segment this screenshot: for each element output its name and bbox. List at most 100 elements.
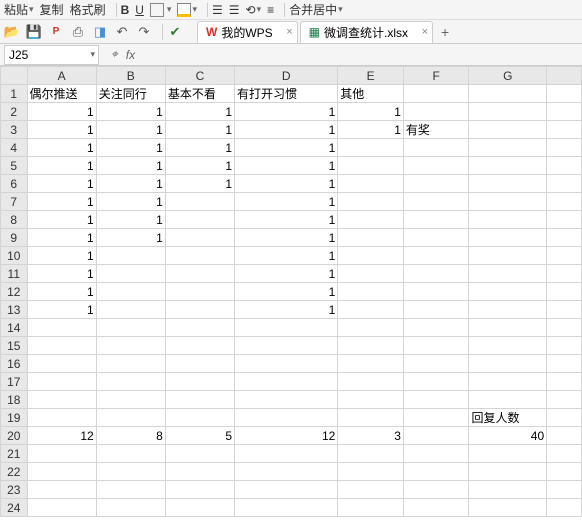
cell-G14[interactable]	[469, 319, 547, 337]
cell-D20[interactable]: 12	[235, 427, 338, 445]
cell-C19[interactable]	[165, 409, 234, 427]
column-header-C[interactable]: C	[165, 67, 234, 85]
cell-G5[interactable]	[469, 157, 547, 175]
cell-C22[interactable]	[165, 463, 234, 481]
cell-E20[interactable]: 3	[338, 427, 404, 445]
cell-F14[interactable]	[403, 319, 469, 337]
cell-next-15[interactable]	[547, 337, 582, 355]
cell-next-14[interactable]	[547, 319, 582, 337]
cell-G17[interactable]	[469, 373, 547, 391]
cell-B21[interactable]	[96, 445, 165, 463]
cell-C8[interactable]	[165, 211, 234, 229]
cell-G23[interactable]	[469, 481, 547, 499]
cell-A7[interactable]: 1	[27, 193, 96, 211]
cell-B15[interactable]	[96, 337, 165, 355]
cell-F4[interactable]	[403, 139, 469, 157]
cell-G16[interactable]	[469, 355, 547, 373]
cell-C16[interactable]	[165, 355, 234, 373]
cell-F10[interactable]	[403, 247, 469, 265]
cell-F19[interactable]	[403, 409, 469, 427]
cell-G7[interactable]	[469, 193, 547, 211]
cell-C4[interactable]: 1	[165, 139, 234, 157]
cell-B5[interactable]: 1	[96, 157, 165, 175]
cell-D19[interactable]	[235, 409, 338, 427]
cell-next-17[interactable]	[547, 373, 582, 391]
cell-F9[interactable]	[403, 229, 469, 247]
cell-E8[interactable]	[338, 211, 404, 229]
border-button[interactable]: ▾	[150, 3, 172, 17]
cell-G12[interactable]	[469, 283, 547, 301]
cell-E15[interactable]	[338, 337, 404, 355]
cell-B7[interactable]: 1	[96, 193, 165, 211]
cell-F16[interactable]	[403, 355, 469, 373]
cell-E12[interactable]	[338, 283, 404, 301]
cell-F2[interactable]	[403, 103, 469, 121]
cell-E19[interactable]	[338, 409, 404, 427]
cell-A18[interactable]	[27, 391, 96, 409]
cell-next-11[interactable]	[547, 265, 582, 283]
cell-A3[interactable]: 1	[27, 121, 96, 139]
cell-A20[interactable]: 12	[27, 427, 96, 445]
format-brush-button[interactable]: 格式刷	[70, 1, 106, 18]
cell-C17[interactable]	[165, 373, 234, 391]
row-header-21[interactable]: 21	[1, 445, 28, 463]
cell-next-8[interactable]	[547, 211, 582, 229]
cell-next-3[interactable]	[547, 121, 582, 139]
cell-B10[interactable]	[96, 247, 165, 265]
cell-E7[interactable]	[338, 193, 404, 211]
cell-D22[interactable]	[235, 463, 338, 481]
cell-C9[interactable]	[165, 229, 234, 247]
cell-G8[interactable]	[469, 211, 547, 229]
column-header-G[interactable]: G	[469, 67, 547, 85]
cell-E9[interactable]	[338, 229, 404, 247]
cell-C14[interactable]	[165, 319, 234, 337]
wrap-text-button[interactable]: ≡	[267, 3, 274, 17]
cell-B6[interactable]: 1	[96, 175, 165, 193]
underline-button[interactable]: U	[135, 3, 144, 17]
cell-A24[interactable]	[27, 499, 96, 517]
cell-D2[interactable]: 1	[235, 103, 338, 121]
row-header-17[interactable]: 17	[1, 373, 28, 391]
cell-F23[interactable]	[403, 481, 469, 499]
cell-D14[interactable]	[235, 319, 338, 337]
cell-G19[interactable]: 回复人数	[469, 409, 547, 427]
cell-B22[interactable]	[96, 463, 165, 481]
add-tab-button[interactable]: +	[435, 22, 455, 42]
cell-next-22[interactable]	[547, 463, 582, 481]
cell-D15[interactable]	[235, 337, 338, 355]
cell-E10[interactable]	[338, 247, 404, 265]
cell-G3[interactable]	[469, 121, 547, 139]
cell-E13[interactable]	[338, 301, 404, 319]
close-icon[interactable]: ×	[286, 26, 292, 38]
cell-A8[interactable]: 1	[27, 211, 96, 229]
row-header-14[interactable]: 14	[1, 319, 28, 337]
column-header-F[interactable]: F	[403, 67, 469, 85]
cell-D23[interactable]	[235, 481, 338, 499]
cell-G21[interactable]	[469, 445, 547, 463]
row-header-11[interactable]: 11	[1, 265, 28, 283]
column-header-A[interactable]: A	[27, 67, 96, 85]
cell-A6[interactable]: 1	[27, 175, 96, 193]
cell-B4[interactable]: 1	[96, 139, 165, 157]
cell-A5[interactable]: 1	[27, 157, 96, 175]
row-header-12[interactable]: 12	[1, 283, 28, 301]
cell-next-24[interactable]	[547, 499, 582, 517]
cell-F7[interactable]	[403, 193, 469, 211]
cell-D24[interactable]	[235, 499, 338, 517]
cell-B1[interactable]: 关注同行	[96, 85, 165, 103]
cell-C23[interactable]	[165, 481, 234, 499]
cell-C7[interactable]	[165, 193, 234, 211]
cell-next-21[interactable]	[547, 445, 582, 463]
redo-icon[interactable]: ↷	[136, 24, 152, 40]
cell-B24[interactable]	[96, 499, 165, 517]
row-header-9[interactable]: 9	[1, 229, 28, 247]
cell-D21[interactable]	[235, 445, 338, 463]
cell-E17[interactable]	[338, 373, 404, 391]
cell-next-6[interactable]	[547, 175, 582, 193]
cell-A17[interactable]	[27, 373, 96, 391]
cell-E5[interactable]	[338, 157, 404, 175]
cell-D11[interactable]: 1	[235, 265, 338, 283]
row-header-15[interactable]: 15	[1, 337, 28, 355]
cell-F8[interactable]	[403, 211, 469, 229]
cell-G4[interactable]	[469, 139, 547, 157]
